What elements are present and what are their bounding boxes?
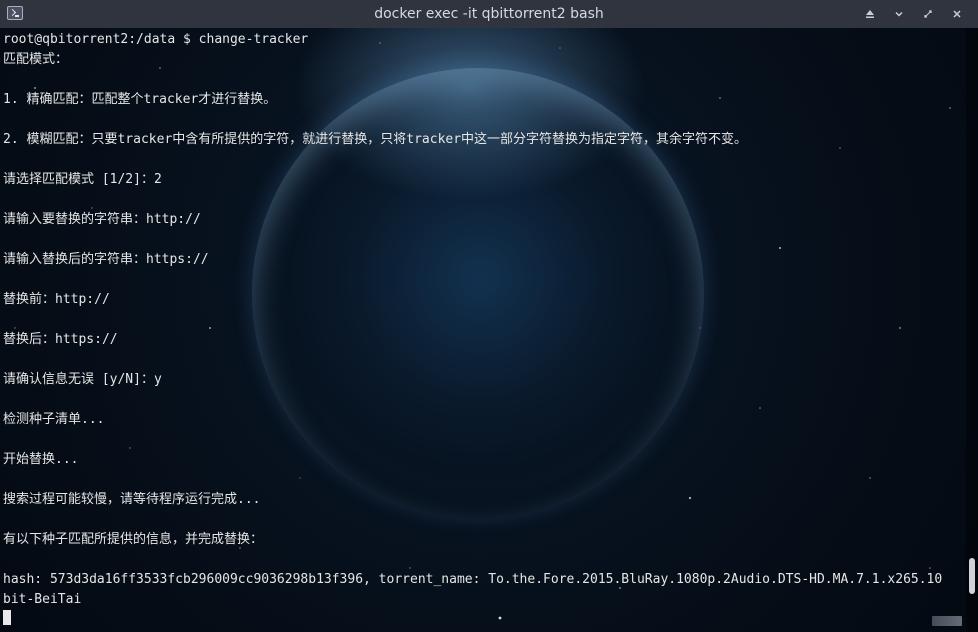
terminal-line: 搜索过程可能较慢，请等待程序运行完成... <box>3 492 261 507</box>
terminal-line: 匹配模式： <box>3 52 69 67</box>
terminal-line: 有以下种子匹配所提供的信息，并完成替换： <box>3 532 264 547</box>
terminal-output: root@qbitorrent2:/data $ change-tracker 匹… <box>3 30 966 630</box>
terminal-app-icon[interactable] <box>7 6 23 20</box>
vertical-scrollbar[interactable] <box>966 28 978 632</box>
close-icon[interactable] <box>948 5 966 23</box>
terminal-area[interactable]: root@qbitorrent2:/data $ change-tracker 匹… <box>0 28 978 632</box>
eject-icon[interactable] <box>861 5 879 23</box>
terminal-line: root@qbitorrent2:/data $ change-tracker <box>3 32 309 47</box>
terminal-line: 请输入要替换的字符串：http:// <box>3 212 201 227</box>
chevron-down-icon[interactable] <box>890 5 908 23</box>
title-bar[interactable]: docker exec -it qbittorrent2 bash <box>0 0 978 28</box>
watermark-logo <box>932 616 962 626</box>
scrollbar-thumb[interactable] <box>969 558 975 594</box>
terminal-prompt-line[interactable] <box>3 610 966 630</box>
terminal-line: bit-BeiTai <box>3 592 82 607</box>
terminal-line: 检测种子清单... <box>3 412 105 427</box>
terminal-line: 替换后：https:// <box>3 332 118 347</box>
terminal-line: hash: 573d3da16ff3533fcb296009cc9036298b… <box>3 572 943 587</box>
terminal-line: 替换前：http:// <box>3 292 110 307</box>
terminal-line: 开始替换... <box>3 452 79 467</box>
terminal-line: 1. 精确匹配：匹配整个tracker才进行替换。 <box>3 92 277 107</box>
terminal-line: 请确认信息无误 [y/N]：y <box>3 372 162 387</box>
terminal-line: 请输入替换后的字符串：https:// <box>3 252 209 267</box>
text-cursor <box>3 610 11 625</box>
window-title: docker exec -it qbittorrent2 bash <box>374 6 604 22</box>
terminal-line: 2. 模糊匹配：只要tracker中含有所提供的字符，就进行替换，只将track… <box>3 132 748 147</box>
terminal-window: docker exec -it qbittorrent2 bash root@q… <box>0 0 978 632</box>
restore-icon[interactable] <box>919 5 937 23</box>
terminal-line: 请选择匹配模式 [1/2]：2 <box>3 172 162 187</box>
